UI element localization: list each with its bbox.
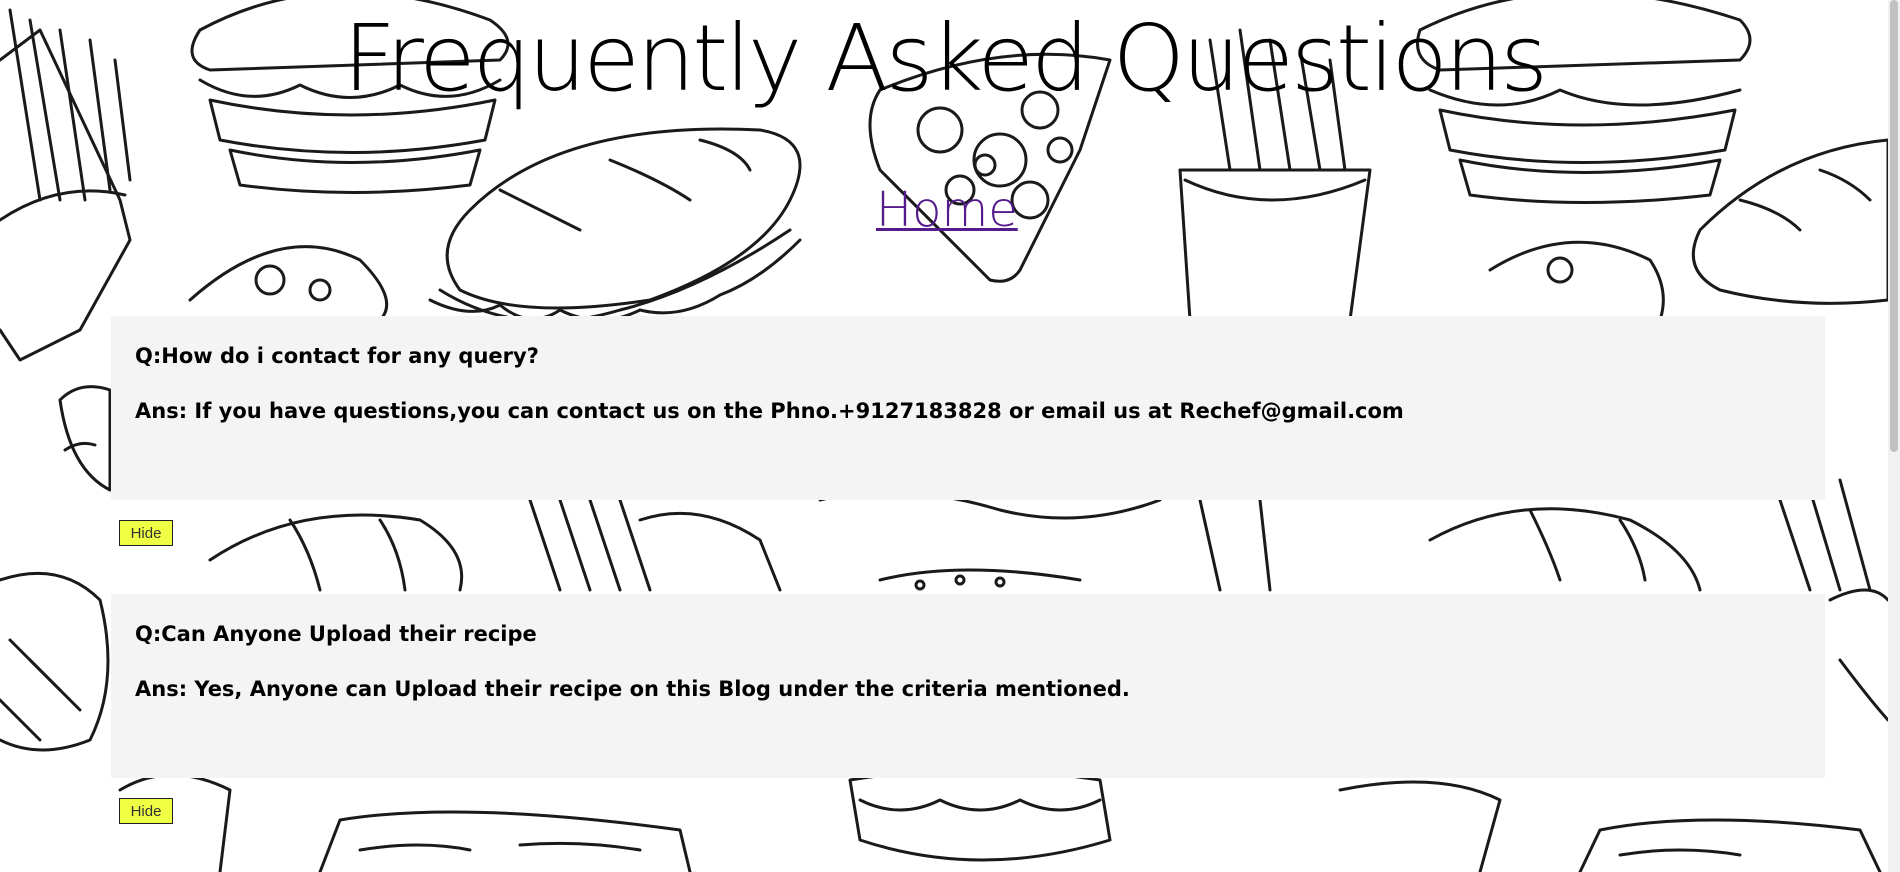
vertical-scrollbar[interactable] <box>1888 0 1900 872</box>
faq-card: Q:Can Anyone Upload their recipe Ans: Ye… <box>111 594 1825 778</box>
home-link[interactable]: Home <box>876 184 1018 237</box>
faq-answer: Ans: Yes, Anyone can Upload their recipe… <box>135 677 1130 702</box>
faq-page: Frequently Asked Questions Home Q:How do… <box>0 0 1888 872</box>
scrollbar-thumb[interactable] <box>1890 0 1898 452</box>
faq-question: Q:How do i contact for any query? <box>135 344 539 368</box>
faq-question: Q:Can Anyone Upload their recipe <box>135 622 537 646</box>
page-title: Frequently Asked Questions <box>342 5 1548 112</box>
faq-card: Q:How do i contact for any query? Ans: I… <box>111 316 1825 500</box>
hide-button[interactable]: Hide <box>119 798 173 824</box>
hide-button[interactable]: Hide <box>119 520 173 546</box>
faq-answer: Ans: If you have questions,you can conta… <box>135 399 1404 424</box>
